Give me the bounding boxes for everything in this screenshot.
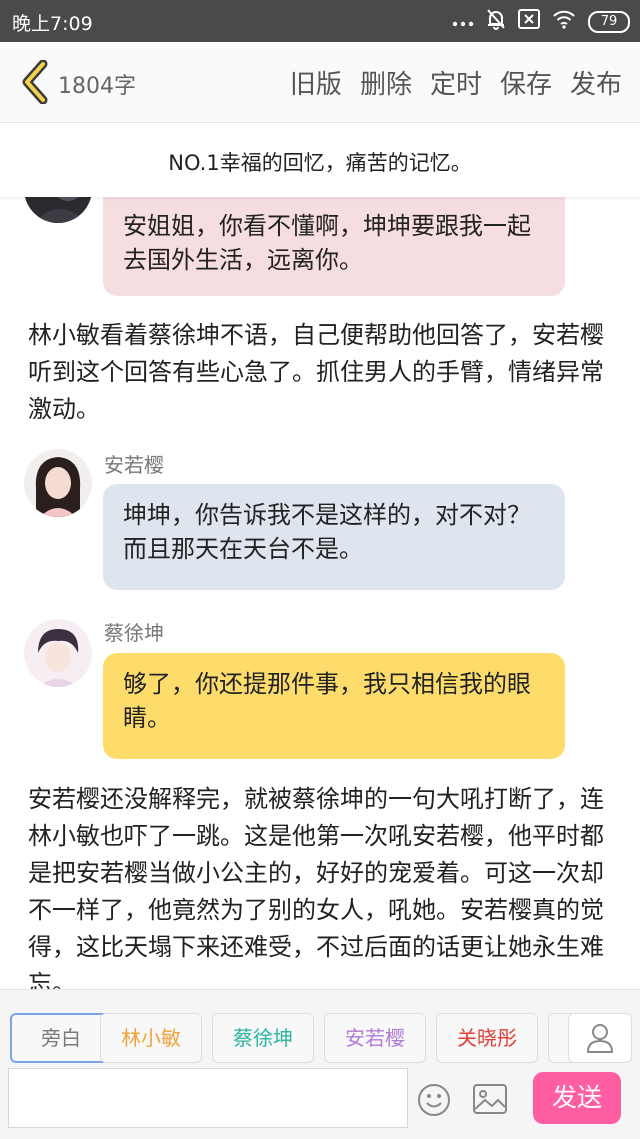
status-time: 晚上7:09 [12, 13, 93, 35]
role-guan-xiaotong[interactable]: 关晓彤 [436, 1013, 538, 1063]
emoji-button[interactable] [417, 1083, 451, 1121]
chevron-left-icon [22, 60, 48, 104]
composer-panel: 旁白 林小敏 蔡徐坤 安若樱 关晓彤 发送 [0, 989, 640, 1139]
role-cai-xukun[interactable]: 蔡徐坤 [212, 1013, 314, 1063]
toolbar-actions: 旧版 删除 定时 保存 发布 [290, 64, 622, 101]
message-bubble[interactable]: 够了，你还提那件事，我只相信我的眼睛。 [103, 653, 565, 759]
avatar [24, 449, 92, 517]
role-narrator[interactable]: 旁白 [10, 1013, 112, 1063]
story-content[interactable]: 安姐姐，你看不懂啊，坤坤要跟我一起去国外生活，远离你。 林小敏看着蔡徐坤不语，自… [0, 197, 640, 989]
role-an-ruoying[interactable]: 安若樱 [324, 1013, 426, 1063]
more-dots-icon [452, 11, 474, 33]
chapter-title-bar[interactable]: NO.1幸福的回忆，痛苦的记忆。 [0, 123, 640, 197]
role-label: 林小敏 [121, 1026, 181, 1050]
message-text: 够了，你还提那件事，我只相信我的眼睛。 [123, 670, 531, 732]
speaker-name: 安若樱 [104, 453, 164, 477]
add-role-button[interactable] [568, 1013, 632, 1063]
delete-button[interactable]: 删除 [360, 64, 412, 101]
role-label: 蔡徐坤 [233, 1026, 293, 1050]
role-lin-xiaomin[interactable]: 林小敏 [100, 1013, 202, 1063]
editor-toolbar: 1804字 旧版 删除 定时 保存 发布 [0, 42, 640, 123]
message-text: 坤坤，你告诉我不是这样的，对不对？而且那天在天台不是。 [123, 501, 531, 563]
narration-text[interactable]: 安若樱还没解释完，就被蔡徐坤的一句大吼打断了，连林小敏也吓了一跳。这是他第一次吼… [28, 781, 618, 989]
smiley-icon [418, 1084, 450, 1116]
old-version-button[interactable]: 旧版 [290, 64, 342, 101]
chapter-title: NO.1幸福的回忆，痛苦的记忆。 [168, 151, 472, 175]
image-button[interactable] [472, 1083, 508, 1119]
role-label: 安若樱 [345, 1026, 405, 1050]
status-bar: 晚上7:09 79 [0, 0, 640, 42]
back-button[interactable] [14, 58, 54, 106]
mute-bell-icon [486, 8, 506, 35]
avatar [24, 619, 92, 687]
wifi-icon [552, 9, 576, 34]
avatar [24, 197, 92, 223]
save-button[interactable]: 保存 [500, 64, 552, 101]
role-label: 关晓彤 [457, 1026, 517, 1050]
word-count: 1804字 [58, 74, 136, 99]
sim-x-icon [518, 9, 540, 34]
battery-icon: 79 [588, 10, 630, 33]
speaker-name: 蔡徐坤 [104, 621, 164, 645]
narration-text[interactable]: 林小敏看着蔡徐坤不语，自己便帮助他回答了，安若樱听到这个回答有些心急了。抓住男人… [28, 317, 618, 428]
message-input[interactable] [8, 1068, 408, 1128]
status-icons: 79 [452, 8, 630, 35]
publish-button[interactable]: 发布 [570, 64, 622, 101]
message-bubble[interactable]: 安姐姐，你看不懂啊，坤坤要跟我一起去国外生活，远离你。 [103, 197, 565, 296]
role-label: 旁白 [41, 1026, 81, 1050]
message-text: 安姐姐，你看不懂啊，坤坤要跟我一起去国外生活，远离你。 [123, 212, 531, 274]
image-icon [473, 1084, 507, 1114]
schedule-button[interactable]: 定时 [430, 64, 482, 101]
user-icon [586, 1024, 614, 1053]
send-button[interactable]: 发送 [533, 1072, 621, 1124]
message-bubble[interactable]: 坤坤，你告诉我不是这样的，对不对？而且那天在天台不是。 [103, 484, 565, 590]
